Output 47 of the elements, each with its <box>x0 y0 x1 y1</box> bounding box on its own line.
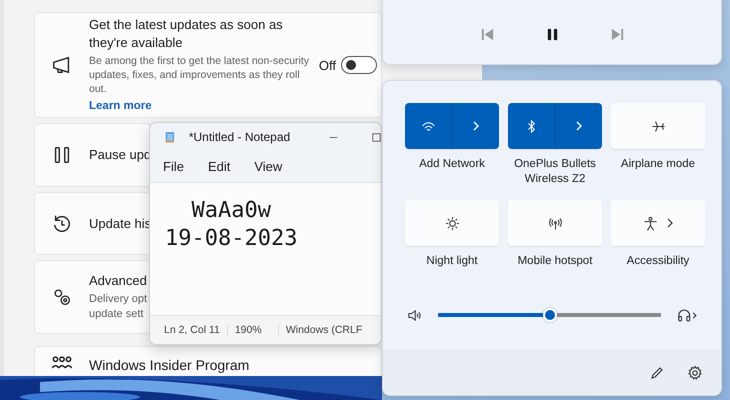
quick-toggle[interactable] <box>405 103 452 149</box>
quick-toggle[interactable] <box>508 200 602 246</box>
menu-item[interactable]: Edit <box>208 159 230 174</box>
menu-item[interactable]: View <box>254 159 282 174</box>
settings-card[interactable]: Windows Insider Program <box>34 346 382 376</box>
card-title: Windows Insider Program <box>89 356 250 374</box>
chevron-icon <box>666 217 674 229</box>
tile-label: Airplane mode <box>620 157 696 172</box>
quick-toggle[interactable] <box>405 200 499 246</box>
text-line: 19-08-2023 <box>165 225 298 253</box>
slider-thumb[interactable] <box>542 308 557 322</box>
text-area[interactable]: WaAa0w 19-08-2023 <box>150 183 381 315</box>
card-description: Be among the first to get the latest non-security updates, fixes, and improvements as they roll out. <box>89 54 310 96</box>
tile-label: OnePlus Bullets Wireless Z2 <box>513 157 597 187</box>
menu-item[interactable]: File <box>163 159 184 174</box>
settings-icon[interactable] <box>687 365 703 381</box>
tile-label: Accessibility <box>626 254 690 269</box>
text-line: WaAa0w <box>190 197 272 225</box>
card-title: Advanced <box>89 272 148 290</box>
quick-toggle[interactable] <box>611 103 705 149</box>
headphones-icon[interactable] <box>677 308 699 322</box>
chevron-icon <box>472 120 480 132</box>
brightness-icon <box>444 216 460 230</box>
maximize-icon[interactable] <box>372 132 381 142</box>
toggle-switch[interactable] <box>341 56 377 74</box>
settings-card[interactable]: Get the latest updates as soon as they're available Be among the first to get the latest non-security updates, fixes, and improvements as they roll out. Learn more Off <box>34 12 382 118</box>
chevron-icon <box>575 120 583 132</box>
quick-toggle[interactable] <box>508 103 555 149</box>
status-item: Windows (CRLF <box>284 324 364 336</box>
hotspot-icon <box>548 216 562 230</box>
card-description: Delivery opt update sett <box>89 292 148 322</box>
tile-label: Add Network <box>418 157 486 172</box>
notepad-icon <box>165 129 175 145</box>
accessibility-icon <box>642 216 658 230</box>
status-item: 190% <box>228 324 279 336</box>
window-title: *Untitled - Notepad <box>188 130 292 144</box>
toggle-label: Off <box>318 58 336 72</box>
learn-more-link[interactable]: Learn more <box>89 100 152 112</box>
speaker-icon[interactable] <box>407 308 422 322</box>
tile-label: Night light <box>425 254 479 269</box>
quick-toggle[interactable] <box>611 200 705 246</box>
pencil-icon[interactable] <box>649 365 665 381</box>
status-item: Ln 2, Col 11 <box>150 324 228 336</box>
tile-label: Mobile hotspot <box>516 254 594 269</box>
settings-card[interactable]: Advanced Delivery opt update sett <box>34 260 151 334</box>
people-icon <box>51 356 73 369</box>
card-title: Get the latest updates as soon as they're available <box>89 16 284 52</box>
